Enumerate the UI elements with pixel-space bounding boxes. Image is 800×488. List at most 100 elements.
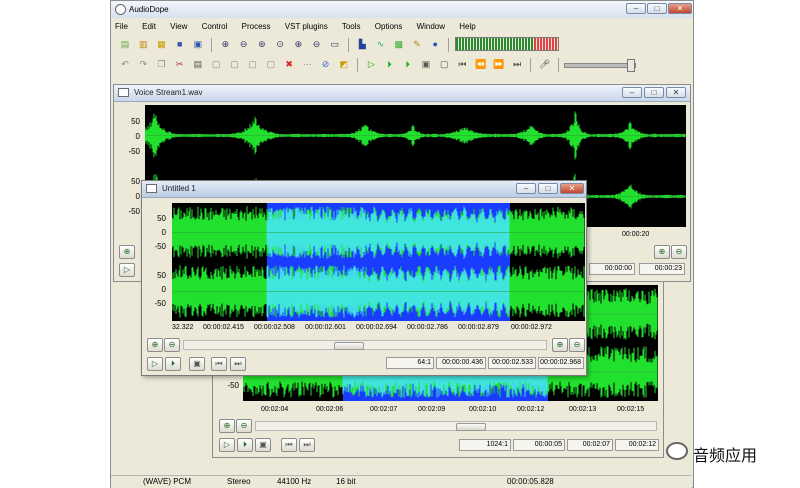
menu-edit[interactable]: Edit bbox=[142, 22, 156, 31]
menu-control[interactable]: Control bbox=[202, 22, 228, 31]
waveform-icon[interactable]: ∿ bbox=[374, 37, 388, 51]
voice-zoom-in-button[interactable]: ⊕ bbox=[654, 245, 670, 259]
untitled-to-end-button[interactable]: ⏭ bbox=[230, 357, 246, 371]
back-play-button[interactable]: ▷ bbox=[219, 438, 235, 452]
zoom-out-icon[interactable]: ⊖ bbox=[237, 37, 251, 51]
voice-play-button[interactable]: ▷ bbox=[119, 263, 135, 277]
mix-paste-icon[interactable]: ▢ bbox=[227, 57, 241, 71]
untitled-h-scrollbar[interactable] bbox=[183, 340, 547, 350]
copy-icon[interactable]: ❐ bbox=[154, 57, 168, 71]
untitled-to-start-button[interactable]: ⏮ bbox=[211, 357, 227, 371]
back-play-sel-button[interactable]: ⏵ bbox=[237, 438, 253, 452]
back-start-field: 00:02:07 bbox=[567, 439, 613, 451]
undo-icon[interactable]: ↶ bbox=[118, 57, 132, 71]
loop-icon[interactable]: ⏵ bbox=[401, 57, 415, 71]
back-tick-2: 00:02:06 bbox=[316, 406, 344, 413]
delete-icon[interactable]: ✖ bbox=[282, 57, 296, 71]
minimize-button[interactable]: – bbox=[626, 3, 646, 14]
status-length: 00:00:05.828 bbox=[507, 477, 554, 486]
play-sel-icon[interactable]: ⏵ bbox=[383, 57, 397, 71]
menu-options[interactable]: Options bbox=[375, 22, 403, 31]
voice-y-label-4: 50 bbox=[131, 177, 140, 186]
menu-help[interactable]: Help bbox=[459, 22, 475, 31]
to-end-icon[interactable]: ⏭ bbox=[510, 57, 524, 71]
back-stop-button[interactable]: ▣ bbox=[255, 438, 271, 452]
forward-icon[interactable]: ⏩ bbox=[492, 57, 506, 71]
untitled-zoom-field: 64:1 bbox=[386, 357, 434, 369]
save-as-icon[interactable]: ▣ bbox=[191, 37, 205, 51]
menu-view[interactable]: View bbox=[170, 22, 187, 31]
toolbar-separator bbox=[448, 38, 450, 52]
voice-minimize-button[interactable]: – bbox=[622, 87, 642, 98]
to-start-icon[interactable]: ⏮ bbox=[455, 57, 469, 71]
untitled-tick-6: 00:00:02.879 bbox=[458, 324, 499, 331]
untitled-y-label-6: -50 bbox=[154, 299, 166, 308]
back-zoom-in-button[interactable]: ⊕ bbox=[219, 419, 235, 433]
web-icon[interactable]: ● bbox=[428, 37, 442, 51]
back-to-end-button[interactable]: ⏭ bbox=[299, 438, 315, 452]
crop-icon[interactable]: ▢ bbox=[246, 57, 260, 71]
open-folder-icon[interactable]: ▦ bbox=[154, 37, 168, 51]
menu-vst-plugins[interactable]: VST plugins bbox=[285, 22, 328, 31]
back-end-field: 00:02:12 bbox=[615, 439, 659, 451]
paste-new-icon[interactable]: ▢ bbox=[209, 57, 223, 71]
menu-window[interactable]: Window bbox=[417, 22, 445, 31]
play-icon[interactable]: ▷ bbox=[364, 57, 378, 71]
untitled-scroll-thumb[interactable] bbox=[334, 342, 364, 350]
menu-tools[interactable]: Tools bbox=[342, 22, 361, 31]
spectrum-icon[interactable]: ▙ bbox=[355, 37, 369, 51]
untitled-play-sel-button[interactable]: ⏵ bbox=[165, 357, 181, 371]
volume-slider-thumb[interactable] bbox=[627, 59, 636, 72]
save-icon[interactable]: ■ bbox=[173, 37, 187, 51]
menu-process[interactable]: Process bbox=[242, 22, 271, 31]
untitled-close-button[interactable]: ✕ bbox=[560, 183, 584, 194]
volume-slider[interactable] bbox=[564, 59, 637, 72]
settings-icon[interactable]: ✎ bbox=[410, 37, 424, 51]
status-format: (WAVE) PCM bbox=[143, 477, 191, 486]
trim-icon[interactable]: ▢ bbox=[264, 57, 278, 71]
rewind-icon[interactable]: ⏪ bbox=[474, 57, 488, 71]
open-file-icon[interactable]: ▥ bbox=[136, 37, 150, 51]
paste-icon[interactable]: ▤ bbox=[191, 57, 205, 71]
zoom-full-icon[interactable]: ⊛ bbox=[255, 37, 269, 51]
untitled-vzoom-out-button[interactable]: ⊖ bbox=[569, 338, 585, 352]
zoom-sel-icon[interactable]: ⊙ bbox=[273, 37, 287, 51]
mic-icon[interactable]: 🎤︎ bbox=[538, 57, 552, 71]
untitled-vzoom-in-button[interactable]: ⊕ bbox=[552, 338, 568, 352]
zoom-vert-out-icon[interactable]: ⊖ bbox=[310, 37, 324, 51]
back-h-scrollbar[interactable] bbox=[255, 421, 657, 431]
stop-icon[interactable]: ▣ bbox=[419, 57, 433, 71]
zoom-vert-in-icon[interactable]: ⊕ bbox=[291, 37, 305, 51]
untitled-stop-button[interactable]: ▣ bbox=[189, 357, 205, 371]
voice-window-title: Voice Stream1.wav bbox=[134, 88, 203, 97]
untitled-maximize-button[interactable]: □ bbox=[538, 183, 558, 194]
envelope-icon[interactable]: ◩ bbox=[337, 57, 351, 71]
invert-icon[interactable]: ⊘ bbox=[319, 57, 333, 71]
fit-window-icon[interactable]: ▭ bbox=[328, 37, 342, 51]
voice-close-button[interactable]: ✕ bbox=[666, 87, 686, 98]
voice-maximize-button[interactable]: □ bbox=[644, 87, 664, 98]
effects-icon[interactable]: ▩ bbox=[392, 37, 406, 51]
maximize-button[interactable]: □ bbox=[647, 3, 667, 14]
zoom-in-icon[interactable]: ⊕ bbox=[218, 37, 232, 51]
untitled-zoom-out-button[interactable]: ⊖ bbox=[164, 338, 180, 352]
cut-icon[interactable]: ✂ bbox=[173, 57, 187, 71]
voice-hzoom-button[interactable]: ⊕ bbox=[119, 245, 135, 259]
back-zoom-out-button[interactable]: ⊖ bbox=[236, 419, 252, 433]
new-file-icon[interactable]: ▤ bbox=[118, 37, 132, 51]
close-button[interactable]: ✕ bbox=[668, 3, 692, 14]
untitled-sel-length-field: 00:00:00.436 bbox=[436, 357, 486, 369]
record-icon[interactable]: ▢ bbox=[437, 57, 451, 71]
untitled-y-label-5: 0 bbox=[161, 285, 166, 294]
untitled-play-button[interactable]: ▷ bbox=[147, 357, 163, 371]
back-to-start-button[interactable]: ⏮ bbox=[281, 438, 297, 452]
untitled-tick-0: 32.322 bbox=[172, 324, 194, 331]
silence-icon[interactable]: ⋯ bbox=[300, 57, 314, 71]
menu-file[interactable]: File bbox=[115, 22, 128, 31]
untitled-zoom-in-button[interactable]: ⊕ bbox=[147, 338, 163, 352]
voice-zoom-out-button[interactable]: ⊖ bbox=[671, 245, 687, 259]
redo-icon[interactable]: ↷ bbox=[136, 57, 150, 71]
back-scroll-thumb[interactable] bbox=[456, 423, 486, 431]
untitled-minimize-button[interactable]: – bbox=[516, 183, 536, 194]
untitled-waveform[interactable] bbox=[171, 203, 585, 321]
